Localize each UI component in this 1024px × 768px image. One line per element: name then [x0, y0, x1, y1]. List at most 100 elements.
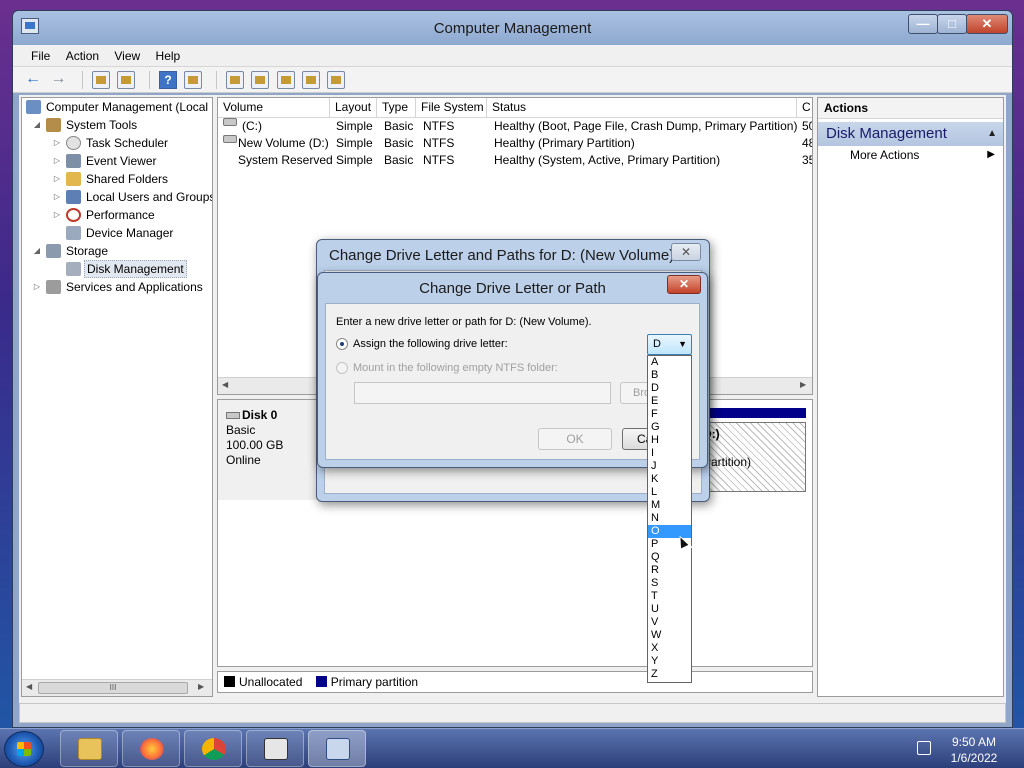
mount-folder-label[interactable]: Mount in the following empty NTFS folder…: [353, 362, 558, 374]
drive-letter-option[interactable]: Q: [648, 551, 691, 564]
dialog-close-button[interactable]: ✕: [667, 275, 701, 294]
expand-icon[interactable]: ▷: [32, 278, 42, 296]
assign-letter-label[interactable]: Assign the following drive letter:: [353, 338, 508, 350]
action-center-flag-icon[interactable]: [917, 741, 931, 755]
column-header-layout[interactable]: Layout: [330, 98, 377, 117]
drive-letter-option[interactable]: R: [648, 564, 691, 577]
tree-item-local-users[interactable]: ▷ Local Users and Groups: [22, 188, 212, 206]
drive-letter-option[interactable]: J: [648, 460, 691, 473]
more-actions-item[interactable]: More Actions ▶: [818, 146, 1003, 164]
start-button[interactable]: [4, 731, 44, 767]
actions-section-disk-management[interactable]: Disk Management ▲: [818, 122, 1003, 146]
search-icon[interactable]: [302, 71, 321, 89]
drive-letter-option[interactable]: W: [648, 629, 691, 642]
show-hide-action-pane-icon[interactable]: [184, 71, 203, 89]
dialog-close-button[interactable]: ✕: [671, 243, 701, 261]
menu-file[interactable]: File: [25, 45, 56, 67]
back-arrow-icon[interactable]: ←: [25, 71, 43, 89]
partition-d[interactable]: D:) Partition): [698, 422, 806, 492]
tree-item-task-scheduler[interactable]: ▷ Task Scheduler: [22, 134, 212, 152]
minimize-button[interactable]: —: [908, 14, 938, 34]
mount-folder-radio[interactable]: [336, 362, 348, 374]
dropdown-arrow-icon[interactable]: ▼: [678, 335, 687, 354]
drive-letter-select[interactable]: D ▼: [647, 334, 692, 355]
menu-action[interactable]: Action: [60, 45, 105, 67]
show-hide-tree-icon[interactable]: [117, 71, 136, 89]
tree-item-event-viewer[interactable]: ▷ Event Viewer: [22, 152, 212, 170]
properties-icon[interactable]: [251, 71, 270, 89]
expand-icon[interactable]: ▷: [52, 188, 62, 206]
drive-letter-option[interactable]: L: [648, 486, 691, 499]
column-header-status[interactable]: Status: [487, 98, 797, 117]
volume-row[interactable]: System Reserved Simple Basic NTFS Health…: [218, 152, 812, 169]
forward-arrow-icon[interactable]: →: [50, 71, 68, 89]
taskbar-calculator[interactable]: [246, 730, 304, 767]
collapse-up-icon[interactable]: ▲: [987, 122, 997, 146]
disk-properties-icon[interactable]: [327, 71, 346, 89]
drive-letter-option[interactable]: F: [648, 408, 691, 421]
column-header-file-system[interactable]: File System: [416, 98, 487, 117]
drive-letter-option[interactable]: S: [648, 577, 691, 590]
expand-icon[interactable]: ▷: [52, 152, 62, 170]
scroll-left-icon[interactable]: ◀: [222, 380, 228, 389]
drive-letter-option[interactable]: N: [648, 512, 691, 525]
volume-row[interactable]: New Volume (D:) Simple Basic NTFS Health…: [218, 135, 812, 152]
up-folder-icon[interactable]: [92, 71, 111, 89]
drive-letter-option[interactable]: V: [648, 616, 691, 629]
disk-info[interactable]: Disk 0 Basic 100.00 GB Online: [218, 400, 321, 500]
scroll-right-icon[interactable]: ▶: [800, 380, 806, 389]
help-icon[interactable]: ?: [159, 71, 178, 89]
tree-item-disk-management[interactable]: Disk Management: [22, 260, 212, 278]
taskbar-computer-management[interactable]: [308, 730, 366, 767]
tree-horizontal-scrollbar[interactable]: ◀ III ▶: [22, 679, 212, 696]
drive-letter-option[interactable]: X: [648, 642, 691, 655]
menu-view[interactable]: View: [108, 45, 146, 67]
drive-letter-option[interactable]: M: [648, 499, 691, 512]
taskbar-firefox[interactable]: [122, 730, 180, 767]
scroll-right-icon[interactable]: ▶: [198, 682, 204, 691]
drive-letter-option[interactable]: K: [648, 473, 691, 486]
expand-icon[interactable]: ▷: [52, 206, 62, 224]
drive-letter-option[interactable]: H: [648, 434, 691, 447]
maximize-button[interactable]: □: [937, 14, 967, 34]
taskbar-chrome[interactable]: [184, 730, 242, 767]
column-header-type[interactable]: Type: [377, 98, 416, 117]
expand-icon[interactable]: ▷: [52, 170, 62, 188]
assign-letter-radio[interactable]: [336, 338, 348, 350]
drive-letter-option[interactable]: B: [648, 369, 691, 382]
taskbar-file-explorer[interactable]: [60, 730, 118, 767]
tree-item-storage[interactable]: ◢ Storage: [22, 242, 212, 260]
volume-row[interactable]: (C:) Simple Basic NTFS Healthy (Boot, Pa…: [218, 118, 812, 135]
connect-icon[interactable]: [226, 71, 245, 89]
menu-help[interactable]: Help: [150, 45, 187, 67]
drive-letter-option[interactable]: Y: [648, 655, 691, 668]
tree-item-services[interactable]: ▷ Services and Applications: [22, 278, 212, 296]
drive-letter-option[interactable]: T: [648, 590, 691, 603]
console-tree: Computer Management (Local ◢ System Tool…: [21, 97, 213, 697]
drive-letter-option[interactable]: D: [648, 382, 691, 395]
close-button[interactable]: ✕: [966, 14, 1008, 34]
column-header-capacity[interactable]: C: [797, 98, 812, 117]
tree-item-device-manager[interactable]: Device Manager: [22, 224, 212, 242]
drive-letter-option[interactable]: U: [648, 603, 691, 616]
drive-letter-option[interactable]: Z: [648, 668, 691, 681]
folder-path-input[interactable]: [354, 382, 611, 404]
ok-button[interactable]: OK: [538, 428, 612, 450]
title-bar[interactable]: Computer Management — □ ✕: [13, 11, 1012, 45]
drive-letter-option[interactable]: E: [648, 395, 691, 408]
expand-icon[interactable]: ▷: [52, 134, 62, 152]
scroll-left-icon[interactable]: ◀: [26, 682, 32, 691]
tree-item-performance[interactable]: ▷ Performance: [22, 206, 212, 224]
collapse-icon[interactable]: ◢: [32, 116, 42, 134]
tree-item-root[interactable]: Computer Management (Local: [22, 98, 212, 116]
drive-letter-option[interactable]: A: [648, 356, 691, 369]
drive-letter-option[interactable]: I: [648, 447, 691, 460]
collapse-icon[interactable]: ◢: [32, 242, 42, 260]
scrollbar-thumb[interactable]: III: [38, 682, 188, 694]
drive-letter-option[interactable]: G: [648, 421, 691, 434]
tree-item-shared-folders[interactable]: ▷ Shared Folders: [22, 170, 212, 188]
tree-item-system-tools[interactable]: ◢ System Tools: [22, 116, 212, 134]
column-header-volume[interactable]: Volume: [218, 98, 330, 117]
open-folder-icon[interactable]: [276, 71, 295, 89]
system-clock[interactable]: 9:50 AM 1/6/2022: [944, 734, 1004, 766]
